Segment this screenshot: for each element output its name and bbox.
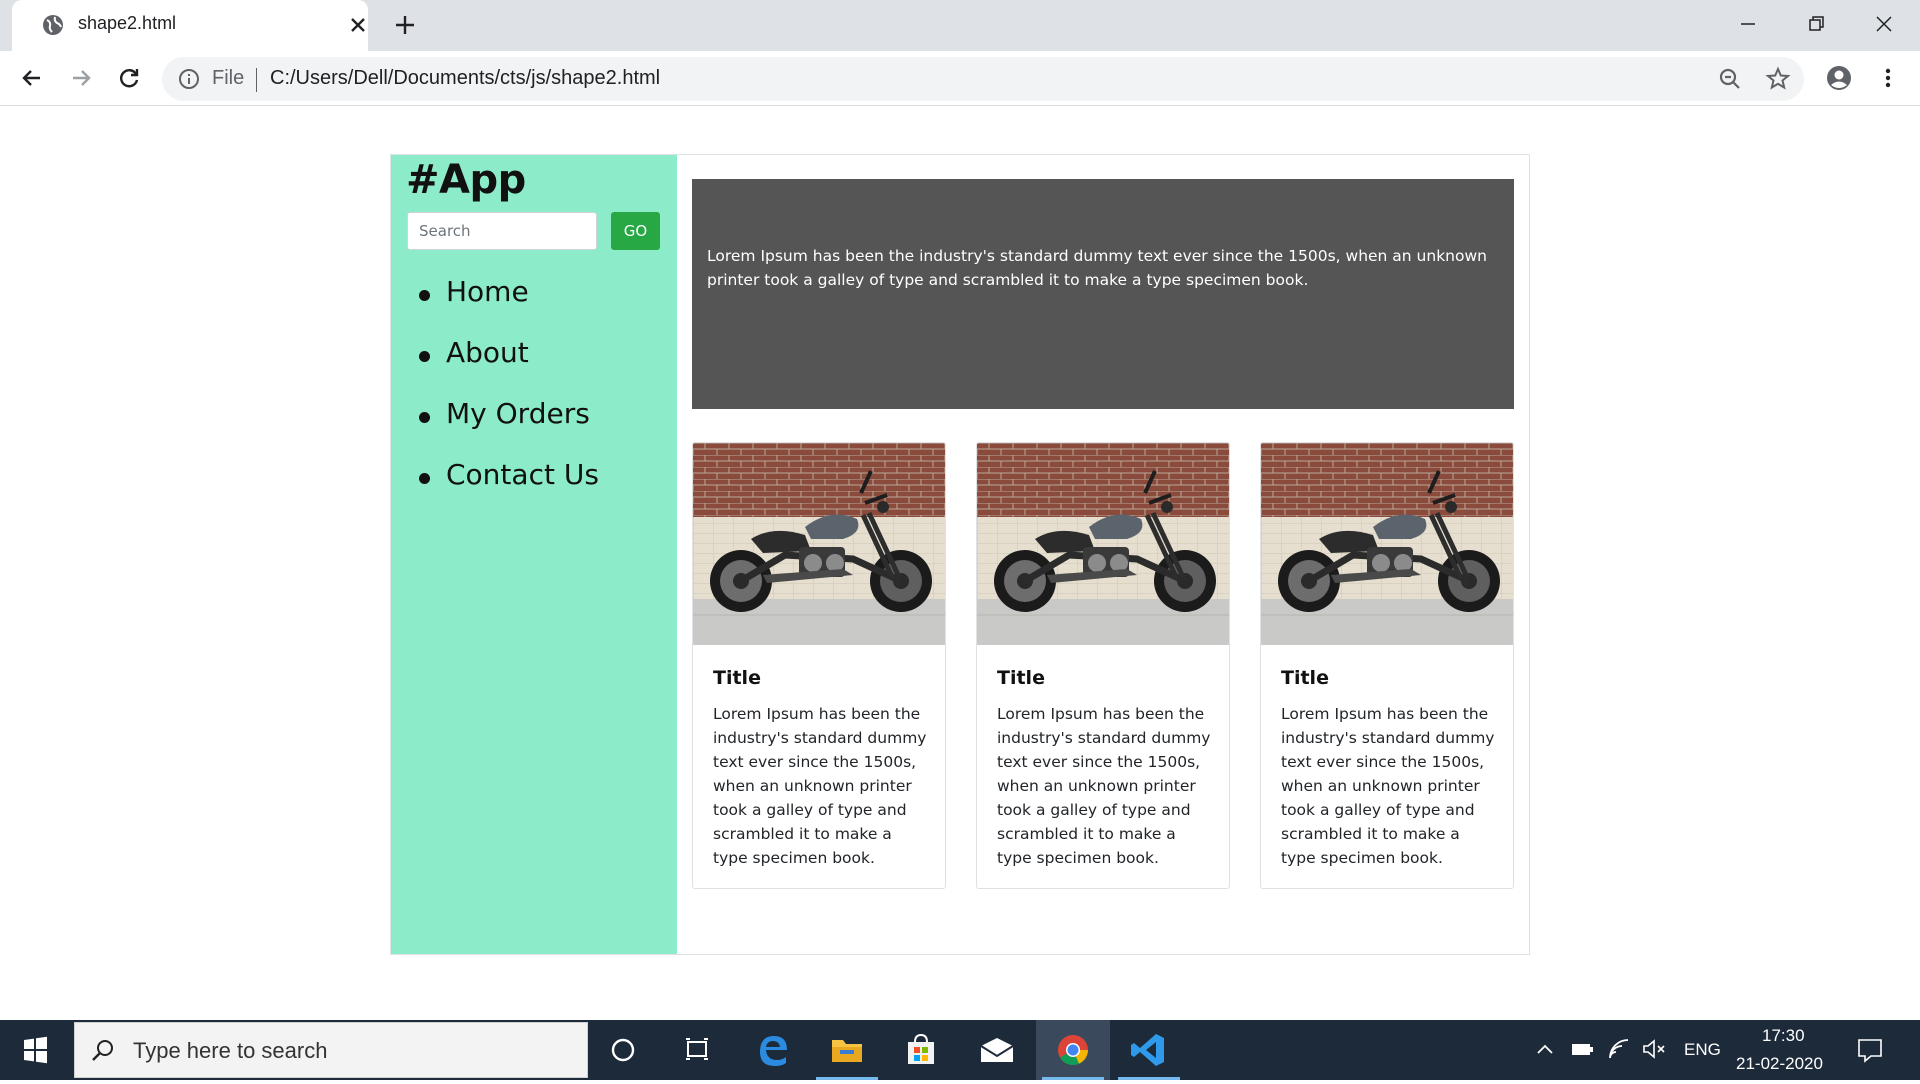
forward-icon[interactable] bbox=[67, 64, 95, 92]
product-card: Title Lorem Ipsum has been the industry'… bbox=[1260, 442, 1514, 889]
profile-icon[interactable] bbox=[1825, 64, 1853, 92]
new-tab-icon[interactable] bbox=[392, 12, 418, 38]
card-text: Lorem Ipsum has been the industry's stan… bbox=[1281, 705, 1495, 867]
nav-item-label: Home bbox=[446, 275, 529, 308]
task-view-icon bbox=[686, 1038, 708, 1060]
app-container: #App GO Home About My Orders Contact Us … bbox=[390, 154, 1530, 955]
language-indicator[interactable]: ENG bbox=[1684, 1040, 1721, 1060]
bullet-icon bbox=[419, 290, 430, 301]
cortana-button[interactable] bbox=[586, 1020, 660, 1080]
card-title: Title bbox=[1281, 667, 1329, 689]
nav-item-home[interactable]: Home bbox=[391, 267, 677, 328]
card-text: Lorem Ipsum has been the industry's stan… bbox=[997, 705, 1211, 867]
chevron-up-icon[interactable] bbox=[1534, 1038, 1556, 1060]
nav-item-contact-us[interactable]: Contact Us bbox=[391, 450, 677, 511]
search-icon bbox=[92, 1040, 113, 1061]
bullet-icon bbox=[419, 351, 430, 362]
vscode-button[interactable] bbox=[1112, 1020, 1186, 1080]
tab-title: shape2.html bbox=[78, 13, 177, 33]
taskbar: Type here to search ENG 17:30 21-02-2020 bbox=[0, 1020, 1920, 1080]
restore-icon[interactable] bbox=[1800, 8, 1832, 40]
nav-item-label: About bbox=[446, 336, 529, 369]
hero-banner: Lorem Ipsum has been the industry's stan… bbox=[692, 179, 1514, 409]
zoom-icon[interactable] bbox=[1716, 65, 1744, 93]
browser-tab-strip: shape2.html bbox=[0, 0, 1920, 51]
clock-date[interactable]: 21-02-2020 bbox=[1736, 1054, 1823, 1074]
brand-title: #App bbox=[406, 157, 526, 203]
hero-text: Lorem Ipsum has been the industry's stan… bbox=[707, 247, 1487, 289]
browser-toolbar: File C:/Users/Dell/Documents/cts/js/shap… bbox=[0, 51, 1920, 106]
url-divider bbox=[256, 68, 257, 92]
store-button[interactable] bbox=[884, 1020, 958, 1080]
product-card: Title Lorem Ipsum has been the industry'… bbox=[976, 442, 1230, 889]
tab-shape2[interactable]: shape2.html bbox=[12, 0, 368, 51]
clock-time[interactable]: 17:30 bbox=[1762, 1026, 1805, 1046]
info-icon[interactable] bbox=[178, 68, 200, 90]
notifications-icon[interactable] bbox=[1856, 1036, 1884, 1064]
bookmark-star-icon[interactable] bbox=[1764, 65, 1792, 93]
vscode-icon bbox=[1131, 1034, 1164, 1066]
chrome-button[interactable] bbox=[1036, 1020, 1110, 1080]
motorcycle-image bbox=[977, 443, 1229, 645]
edge-button[interactable] bbox=[736, 1020, 810, 1080]
reload-icon[interactable] bbox=[115, 64, 143, 92]
globe-icon bbox=[43, 15, 63, 35]
edge-icon bbox=[760, 1036, 787, 1066]
volume-muted-icon[interactable] bbox=[1640, 1036, 1668, 1062]
product-card: Title Lorem Ipsum has been the industry'… bbox=[692, 442, 946, 889]
card-title: Title bbox=[713, 667, 761, 689]
address-bar[interactable]: File C:/Users/Dell/Documents/cts/js/shap… bbox=[162, 57, 1804, 101]
file-explorer-button[interactable] bbox=[810, 1020, 884, 1080]
close-window-icon[interactable] bbox=[1868, 8, 1900, 40]
motorcycle-image bbox=[1261, 443, 1513, 645]
windows-start-icon[interactable] bbox=[0, 1020, 70, 1080]
nav-list: Home About My Orders Contact Us bbox=[391, 267, 677, 511]
nav-item-about[interactable]: About bbox=[391, 328, 677, 389]
store-icon bbox=[908, 1033, 934, 1064]
bullet-icon bbox=[419, 473, 430, 484]
chrome-icon bbox=[1058, 1035, 1088, 1066]
taskbar-search-placeholder: Type here to search bbox=[133, 1038, 328, 1063]
mail-icon bbox=[980, 1038, 1014, 1062]
taskbar-search-box[interactable]: Type here to search bbox=[74, 1022, 588, 1078]
bullet-icon bbox=[419, 412, 430, 423]
battery-icon[interactable] bbox=[1568, 1038, 1596, 1062]
url-scheme-label: File bbox=[212, 67, 245, 89]
menu-kebab-icon[interactable] bbox=[1874, 64, 1902, 92]
task-view-button[interactable] bbox=[660, 1020, 734, 1080]
nav-item-label: My Orders bbox=[446, 397, 590, 430]
search-input[interactable] bbox=[407, 212, 597, 250]
card-title: Title bbox=[997, 667, 1045, 689]
file-explorer-icon bbox=[832, 1040, 862, 1062]
cortana-icon bbox=[611, 1038, 635, 1062]
sidebar: #App GO Home About My Orders Contact Us bbox=[391, 155, 677, 954]
close-tab-icon[interactable] bbox=[346, 13, 370, 37]
go-button[interactable]: GO bbox=[611, 212, 660, 250]
back-icon[interactable] bbox=[18, 64, 46, 92]
mail-button[interactable] bbox=[960, 1020, 1034, 1080]
wifi-icon[interactable] bbox=[1606, 1036, 1632, 1062]
motorcycle-image bbox=[693, 443, 945, 645]
card-text: Lorem Ipsum has been the industry's stan… bbox=[713, 705, 927, 867]
minimize-icon[interactable] bbox=[1732, 8, 1764, 40]
nav-item-my-orders[interactable]: My Orders bbox=[391, 389, 677, 450]
nav-item-label: Contact Us bbox=[446, 458, 599, 491]
url-text[interactable]: C:/Users/Dell/Documents/cts/js/shape2.ht… bbox=[270, 67, 660, 90]
